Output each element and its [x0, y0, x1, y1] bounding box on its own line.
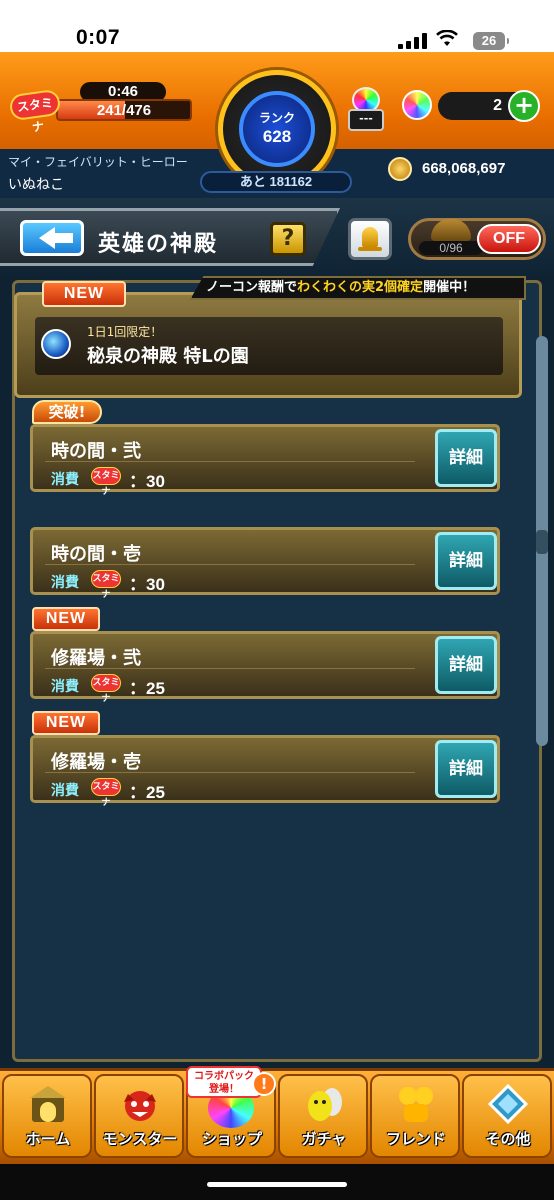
battery-icon: 26 — [473, 32, 509, 50]
shell-icon — [431, 219, 471, 241]
banner-suffix: 開催中！ — [423, 280, 476, 295]
back-button[interactable] — [20, 220, 84, 256]
bell-icon — [362, 227, 378, 247]
stamina-icon: スタミナ — [91, 467, 121, 497]
quest-name: 修羅場・弐 — [51, 648, 141, 669]
tab-monster[interactable]: モンスター — [94, 1074, 184, 1158]
spring-orb-icon — [41, 329, 71, 359]
card-divider — [45, 461, 415, 462]
tab-home[interactable]: ホーム — [2, 1074, 92, 1158]
card-divider — [45, 564, 415, 565]
special-quest-card[interactable]: 1日1回限定！ 秘泉の神殿 特Lの園 — [14, 292, 522, 398]
bell-base — [358, 247, 382, 251]
quest-card[interactable]: 時の間・弐 消費 スタミナ ：30 詳細 — [30, 424, 500, 497]
detail-button[interactable]: 詳細 — [435, 636, 497, 694]
tab-gacha[interactable]: ガチャ — [278, 1074, 368, 1158]
event-banner: ノーコン報酬でわくわくの実2個確定開催中！ — [190, 276, 526, 300]
coin-count: 668,068,697 — [422, 160, 506, 177]
wifi-icon — [436, 29, 458, 48]
detail-button[interactable]: 詳細 — [435, 429, 497, 487]
quest-card[interactable]: 修羅場・壱 消費 スタミナ ：25 詳細 — [30, 735, 500, 808]
tab-friend[interactable]: フレンド — [370, 1074, 460, 1158]
notification-bell-button[interactable] — [348, 218, 392, 260]
quest-card[interactable]: 時の間・壱 消費 スタミナ ：30 詳細 — [30, 527, 500, 600]
page-title: 英雄の神殿 — [98, 232, 219, 257]
clock: 0:07 — [76, 26, 121, 49]
special-quest-inner: 1日1回限定！ 秘泉の神殿 特Lの園 — [35, 317, 503, 375]
banner-prefix: ノーコン報酬で — [206, 280, 298, 295]
stamina-cost: ：30 — [129, 472, 165, 491]
detail-button[interactable]: 詳細 — [435, 532, 497, 590]
cost-label: 消費 — [51, 472, 79, 488]
stamina-value: 241/476 — [96, 102, 152, 119]
rank-value: 628 — [262, 127, 292, 146]
stamina-icon: スタミナ — [91, 778, 121, 808]
off-button[interactable]: OFF — [477, 224, 541, 254]
tab-label: ショップ — [201, 1130, 262, 1148]
home-gate-icon — [30, 1086, 66, 1122]
status-bar: 0:07 26 — [0, 0, 554, 52]
monster-icon — [124, 1091, 156, 1121]
card-divider — [45, 772, 415, 773]
detail-button[interactable]: 詳細 — [435, 740, 497, 798]
card-divider — [45, 668, 415, 669]
add-orb-button[interactable]: + — [508, 90, 540, 122]
favorite-hero-label: マイ・フェイバリット・ヒーロー — [8, 155, 188, 169]
player-name: いぬねこ — [8, 177, 64, 193]
new-tag: NEW — [32, 711, 100, 735]
cost-label: 消費 — [51, 575, 79, 591]
new-tag: NEW — [42, 281, 126, 307]
help-button[interactable]: ? — [270, 222, 306, 256]
quest-name: 時の間・壱 — [51, 544, 141, 565]
orb-count: 2 — [493, 97, 502, 114]
back-arrow-tail — [53, 233, 73, 243]
stamina-icon: スタミナ — [91, 674, 121, 704]
rank-label: ランク — [258, 111, 295, 125]
stamina-cost: ：25 — [129, 679, 165, 698]
auto-toggle[interactable]: 0/96 OFF — [408, 218, 546, 260]
coin-icon — [388, 157, 412, 181]
rank-circle: ランク 628 — [239, 91, 315, 167]
breakthrough-tag: 突破! — [32, 400, 102, 424]
orb-icon — [402, 90, 432, 120]
tab-label: ホーム — [25, 1130, 71, 1148]
other-icon — [488, 1084, 528, 1124]
friend-icon — [399, 1087, 433, 1122]
stamina-cost: ：30 — [129, 575, 165, 594]
stamina-cost: ：25 — [129, 783, 165, 802]
new-tag: NEW — [32, 607, 100, 631]
quest-name: 時の間・弐 — [51, 441, 141, 462]
tab-label: フレンド — [385, 1130, 446, 1148]
stamina-icon: スタミナ — [91, 570, 121, 600]
quest-card[interactable]: 修羅場・弐 消費 スタミナ ：25 詳細 — [30, 631, 500, 704]
tab-label: モンスター — [102, 1130, 178, 1148]
alert-badge: ! — [252, 1072, 276, 1096]
cost-label: 消費 — [51, 679, 79, 695]
toggle-counter: 0/96 — [419, 241, 483, 255]
potion-item[interactable]: --- — [348, 87, 384, 131]
special-quest-title: 秘泉の神殿 特Lの園 — [87, 346, 249, 367]
collab-pack-badge: コラボパック 登場！ — [186, 1066, 262, 1098]
tab-label: ガチャ — [301, 1130, 347, 1148]
tab-label: その他 — [485, 1130, 531, 1148]
special-quest-subtitle: 1日1回限定！ — [87, 325, 163, 339]
quest-name: 修羅場・壱 — [51, 752, 141, 773]
signal-icon — [398, 33, 428, 49]
scroll-grip[interactable] — [536, 530, 548, 554]
cost-label: 消費 — [51, 783, 79, 799]
next-rank-exp: あと 181162 — [200, 171, 352, 193]
banner-highlight: わくわくの実2個確定 — [297, 280, 424, 295]
tab-other[interactable]: その他 — [462, 1074, 552, 1158]
home-indicator[interactable] — [207, 1182, 347, 1187]
gacha-icon — [308, 1088, 342, 1121]
potion-count: --- — [348, 109, 384, 131]
